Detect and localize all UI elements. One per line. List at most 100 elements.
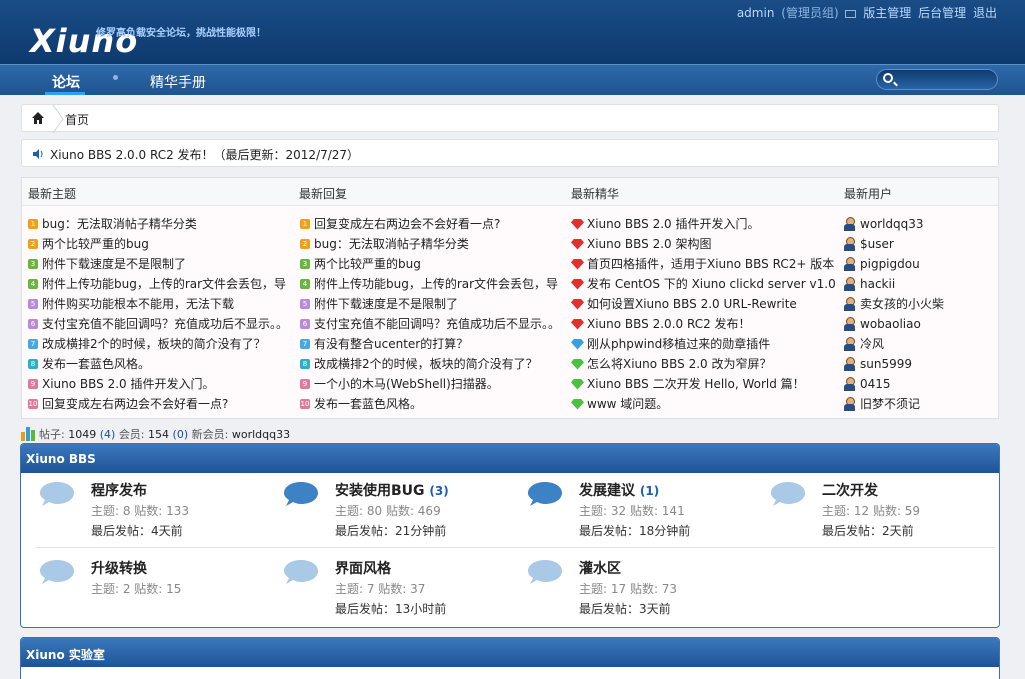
latest-topic-link[interactable]: 发布一套蓝色风格。 (42, 354, 150, 374)
user-avatar-icon (844, 237, 855, 251)
forum-stats: 主题: 2 贴数: 15 (91, 582, 182, 596)
forum-card[interactable]: 升级转换主题: 2 贴数: 15 (21, 552, 261, 622)
latest-topic-link[interactable]: 附件上传功能bug，上传的rar文件会丢包，导 (42, 274, 286, 294)
latest-reply-link[interactable]: 两个比较严重的bug (314, 254, 421, 274)
breadcrumb-home[interactable]: 首页 (65, 111, 89, 128)
search-input[interactable] (899, 72, 991, 87)
latest-reply-link[interactable]: 回复变成左右两边会不会好看一点? (314, 214, 500, 234)
latest-user-link[interactable]: worldqq33 (860, 214, 924, 234)
nav-forum[interactable]: 论坛 (52, 72, 80, 92)
message-icon[interactable] (845, 9, 857, 18)
admin-panel-link[interactable]: 后台管理 (918, 6, 966, 20)
latest-topic-item: 2 两个比较严重的bug (28, 234, 290, 254)
latest-digest-item: Xiuno BBS 二次开发 Hello, World 篇！ (571, 374, 837, 394)
forum-card[interactable]: 安装使用BUG (3) 主题: 80 贴数: 469 最后发帖：21分钟前 (265, 474, 505, 544)
latest-reply-link[interactable]: 有没有整合ucenter的打算？ (314, 334, 468, 354)
latest-user-link[interactable]: $user (860, 234, 894, 254)
forum-title[interactable]: 界面风格 (335, 561, 391, 577)
forum-stats: 帖子: 1049 (4) 会员: 154 (0) 新会员: worldqq33 (21, 426, 290, 442)
latest-user-link[interactable]: wobaoliao (860, 314, 921, 334)
latest-topic-link[interactable]: 改成横排2个的时候，板块的简介没有了？ (42, 334, 266, 354)
rank-3-icon: 3 (28, 259, 38, 269)
latest-digest-link[interactable]: Xiuno BBS 2.0 插件开发入门。 (587, 214, 760, 234)
red-gem-icon (571, 318, 584, 330)
newest-member-link[interactable]: worldqq33 (232, 428, 290, 441)
latest-digest-link[interactable]: Xiuno BBS 2.0.0 RC2 发布！ (587, 314, 751, 334)
rank-6-icon: 6 (28, 319, 38, 329)
latest-reply-link[interactable]: 支付宝充值不能回调吗？充值成功后不显示。。 (314, 314, 560, 334)
announcement-text[interactable]: Xiuno BBS 2.0.0 RC2 发布！（最后更新：2012/7/27） (50, 146, 359, 163)
forum-title[interactable]: 发展建议 (579, 483, 635, 499)
latest-digest-link[interactable]: 如何设置Xiuno BBS 2.0 URL-Rewrite (587, 294, 797, 314)
latest-reply-link[interactable]: 一个小的木马(WebShell)扫描器。 (314, 374, 499, 394)
forum-title[interactable]: 灌水区 (579, 561, 621, 577)
latest-topic-link[interactable]: 附件下载速度是不是限制了 (42, 254, 186, 274)
forum-name[interactable]: 程序发布 (91, 480, 147, 500)
forum-last-post: 最后发帖：21分钟前 (335, 524, 447, 538)
forum-card[interactable]: 二次开发 主题: 12 贴数: 59 最后发帖：2天前 (752, 474, 992, 544)
announcement-bar: Xiuno BBS 2.0.0 RC2 发布！（最后更新：2012/7/27） (21, 139, 999, 167)
latest-topic-link[interactable]: 两个比较严重的bug (42, 234, 149, 254)
latest-topic-item: 7 改成横排2个的时候，板块的简介没有了？ (28, 334, 290, 354)
forum-card[interactable]: 程序发布 主题: 8 贴数: 133 最后发帖：4天前 (21, 474, 261, 544)
latest-digest-link[interactable]: Xiuno BBS 2.0 架构图 (587, 234, 712, 254)
latest-topic-link[interactable]: Xiuno BBS 2.0 插件开发入门。 (42, 374, 215, 394)
logout-link[interactable]: 退出 (973, 6, 997, 20)
section-title[interactable]: Xiuno BBS (21, 444, 999, 473)
site-header: Xiuno 修罗高负载安全论坛，挑战性能极限！ admin (管理员组) 版主管… (0, 0, 1025, 64)
home-icon[interactable] (31, 111, 45, 125)
section-title[interactable]: Xiuno 实验室 (21, 638, 999, 667)
latest-user-link[interactable]: 冷风 (860, 334, 884, 354)
latest-reply-item: 7 有没有整合ucenter的打算？ (300, 334, 562, 354)
latest-topic-link[interactable]: 回复变成左右两边会不会好看一点? (42, 394, 228, 414)
search-icon[interactable] (883, 73, 893, 83)
latest-user-link[interactable]: sun5999 (860, 354, 912, 374)
latest-digest-link[interactable]: 刚从phpwind移植过来的勋章插件 (587, 334, 770, 354)
search-box[interactable] (876, 69, 998, 90)
latest-digest-link[interactable]: Xiuno BBS 二次开发 Hello, World 篇！ (587, 374, 805, 394)
forum-title[interactable]: 二次开发 (822, 483, 878, 499)
forum-card[interactable]: 界面风格 主题: 7 贴数: 37 最后发帖：13小时前 (265, 552, 505, 622)
red-gem-icon (571, 258, 584, 270)
forum-card[interactable]: 灌水区 主题: 17 贴数: 73 最后发帖：3天前 (509, 552, 749, 622)
username-link[interactable]: admin (737, 6, 775, 20)
forum-name[interactable]: 升级转换 (91, 558, 147, 578)
forum-title[interactable]: 安装使用BUG (335, 483, 425, 499)
rank-5-icon: 5 (300, 299, 310, 309)
main-nav: 论坛 精华手册 (0, 64, 1025, 95)
forum-card[interactable]: 发展建议 (1) 主题: 32 贴数: 141 最后发帖：18分钟前 (509, 474, 749, 544)
latest-user-link[interactable]: 0415 (860, 374, 891, 394)
latest-topic-link[interactable]: bug：无法取消帖子精华分类 (42, 214, 197, 234)
posts-today: (4) (99, 427, 116, 441)
latest-reply-link[interactable]: 发布一套蓝色风格。 (314, 394, 422, 414)
latest-user-link[interactable]: 卖女孩的小火柴 (860, 294, 944, 314)
nav-handbook[interactable]: 精华手册 (150, 72, 206, 92)
red-gem-icon (571, 278, 584, 290)
forum-name[interactable]: 二次开发 (822, 480, 878, 500)
latest-reply-link[interactable]: bug：无法取消帖子精华分类 (314, 234, 469, 254)
latest-reply-link[interactable]: 附件下载速度是不是限制了 (314, 294, 458, 314)
forum-title[interactable]: 程序发布 (91, 483, 147, 499)
latest-user-item: pigpigdou (844, 254, 994, 274)
latest-reply-link[interactable]: 改成横排2个的时候，板块的简介没有了？ (314, 354, 538, 374)
moderator-link[interactable]: 版主管理 (863, 6, 911, 20)
latest-topic-link[interactable]: 附件购买功能根本不能用，无法下载 (42, 294, 234, 314)
latest-user-link[interactable]: 旧梦不须记 (860, 394, 920, 414)
latest-user-link[interactable]: hackii (860, 274, 895, 294)
forum-name[interactable]: 安装使用BUG (3) (335, 480, 449, 500)
latest-reply-link[interactable]: 附件上传功能bug，上传的rar文件会丢包，导 (314, 274, 558, 294)
forum-last-post: 最后发帖：2天前 (822, 524, 914, 538)
forum-stats: 主题: 17 贴数: 73 (579, 582, 678, 596)
latest-digest-link[interactable]: www 域问题。 (587, 394, 668, 414)
forum-name[interactable]: 界面风格 (335, 558, 391, 578)
latest-topic-link[interactable]: 支付宝充值不能回调吗？充值成功后不显示。。 (42, 314, 288, 334)
forum-title[interactable]: 升级转换 (91, 561, 147, 577)
forum-name[interactable]: 发展建议 (1) (579, 480, 659, 500)
latest-user-link[interactable]: pigpigdou (860, 254, 920, 274)
latest-digest-link[interactable]: 怎么将Xiuno BBS 2.0 改为窄屏？ (587, 354, 772, 374)
latest-digest-item: 发布 CentOS 下的 Xiuno clickd server v1.0 (571, 274, 837, 294)
latest-digest-link[interactable]: 首页四格插件，适用于Xiuno BBS RC2+ 版本 (587, 254, 834, 274)
latest-header: 最新主题 最新回复 最新精华 最新用户 (22, 178, 998, 206)
forum-name[interactable]: 灌水区 (579, 558, 621, 578)
latest-digest-link[interactable]: 发布 CentOS 下的 Xiuno clickd server v1.0 (587, 274, 836, 294)
